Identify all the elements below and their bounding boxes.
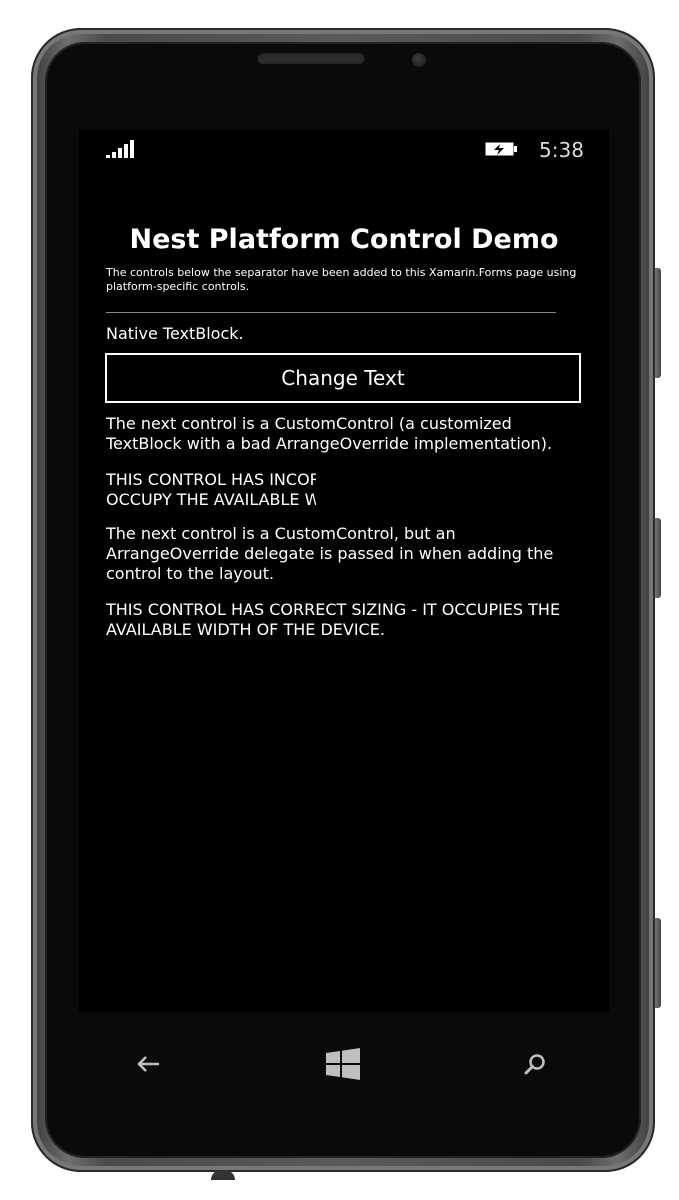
front-camera <box>412 53 426 67</box>
separator <box>106 312 556 313</box>
custom-control-intro: The next control is a CustomControl (a c… <box>106 414 553 453</box>
search-icon[interactable] <box>513 1042 557 1086</box>
incorrect-sizing-line-1: THIS CONTROL HAS INCORRECT SIZING - IT D… <box>106 470 316 489</box>
bottom-connector <box>211 1170 235 1180</box>
delegate-intro: The next control is a CustomControl, but… <box>106 524 554 583</box>
battery-charging-icon <box>485 142 517 156</box>
camera-button <box>655 918 661 1008</box>
incorrect-sizing-control: THIS CONTROL HAS INCORRECT SIZING - IT D… <box>106 470 316 512</box>
status-bar: 5:38 <box>79 130 609 170</box>
page-title: Nest Platform Control Demo <box>129 224 559 255</box>
navigation-bar <box>79 1012 609 1112</box>
back-arrow-icon[interactable] <box>126 1042 170 1086</box>
change-text-button[interactable]: Change Text <box>105 353 581 403</box>
status-time: 5:38 <box>539 138 584 162</box>
phone-screen: 5:38 Nest Platform Control Demo The cont… <box>79 130 609 1012</box>
incorrect-sizing-line-2: OCCUPY THE AVAILABLE WIDTH OF THE DEVICE… <box>106 490 316 509</box>
native-textblock: Native TextBlock. <box>106 324 244 343</box>
volume-button <box>655 268 661 378</box>
signal-bars-icon <box>106 140 138 158</box>
earpiece-speaker <box>257 52 365 64</box>
power-button <box>655 518 661 598</box>
page-description: The controls below the separator have be… <box>106 266 577 293</box>
windows-start-icon[interactable] <box>321 1042 365 1086</box>
correct-sizing-control: THIS CONTROL HAS CORRECT SIZING - IT OCC… <box>106 600 561 639</box>
